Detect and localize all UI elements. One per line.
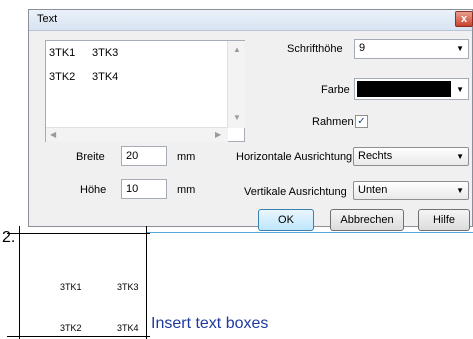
title-bar: Text x — [29, 10, 473, 31]
hoehe-label: Höhe — [80, 184, 107, 196]
chevron-down-icon: ▼ — [456, 44, 464, 53]
v-align-label: Vertikale Ausrichtung — [244, 186, 347, 198]
vertical-scrollbar[interactable]: ▲ ▼ — [227, 41, 245, 128]
cancel-button[interactable]: Abbrechen — [330, 209, 404, 231]
scroll-right-icon[interactable]: ▶ — [215, 130, 221, 139]
cell-3tk3: 3TK3 — [117, 282, 139, 292]
farbe-label: Farbe — [321, 84, 350, 96]
hoehe-input[interactable]: 10 — [121, 179, 167, 199]
list-item: 3TK2 — [49, 71, 76, 83]
step-number: 2. — [2, 229, 16, 246]
hoehe-unit: mm — [177, 184, 196, 196]
color-swatch — [357, 81, 451, 97]
rahmen-label: Rahmen — [312, 116, 354, 128]
v-align-select[interactable]: Unten ▼ — [353, 181, 469, 200]
schrifthoehe-value: 9 — [359, 42, 366, 54]
h-align-label: Horizontale Ausrichtung — [236, 151, 353, 163]
chevron-down-icon: ▼ — [456, 85, 464, 94]
schrifthoehe-label: Schrifthöhe — [287, 43, 343, 55]
dialog-title: Text — [37, 13, 58, 25]
horizontal-scrollbar[interactable]: ◀ ▶ — [46, 127, 228, 142]
cell-3tk2: 3TK2 — [60, 323, 82, 333]
text-dialog: Text x 3TK1 3TK3 3TK2 3TK4 ▲ ▼ ◀ ▶ Breit… — [28, 9, 473, 231]
connector-line — [147, 232, 473, 233]
cell-3tk1: 3TK1 — [60, 282, 82, 292]
help-button[interactable]: Hilfe — [418, 209, 470, 231]
left-guide-line — [19, 226, 20, 339]
caption: Insert text boxes — [151, 315, 269, 332]
textbox-preview-list[interactable]: 3TK1 3TK3 3TK2 3TK4 ▲ ▼ ◀ ▶ — [45, 40, 245, 142]
h-align-select[interactable]: Rechts ▼ — [353, 147, 469, 166]
cell-3tk4: 3TK4 — [117, 323, 139, 333]
close-icon: x — [460, 13, 468, 25]
close-button[interactable]: x — [455, 11, 473, 27]
h-align-value: Rechts — [358, 150, 393, 162]
scroll-left-icon[interactable]: ◀ — [50, 130, 56, 139]
rahmen-checkbox[interactable]: ✓ — [355, 115, 368, 128]
bottom-guide-line — [7, 336, 150, 337]
breite-label: Breite — [76, 151, 105, 163]
scroll-down-icon[interactable]: ▼ — [233, 113, 241, 122]
list-item: 3TK1 — [49, 47, 76, 59]
list-item: 3TK3 — [92, 47, 119, 59]
scroll-up-icon[interactable]: ▲ — [233, 45, 241, 54]
v-align-value: Unten — [358, 184, 388, 196]
ok-button[interactable]: OK — [258, 209, 314, 231]
chevron-down-icon: ▼ — [456, 186, 464, 195]
schrifthoehe-select[interactable]: 9 ▼ — [354, 39, 469, 59]
right-guide-line — [146, 226, 147, 339]
top-guide-line — [7, 233, 150, 234]
farbe-select[interactable]: ▼ — [354, 78, 469, 100]
breite-unit: mm — [177, 151, 196, 163]
list-item: 3TK4 — [92, 71, 119, 83]
chevron-down-icon: ▼ — [456, 152, 464, 161]
breite-input[interactable]: 20 — [121, 146, 167, 166]
